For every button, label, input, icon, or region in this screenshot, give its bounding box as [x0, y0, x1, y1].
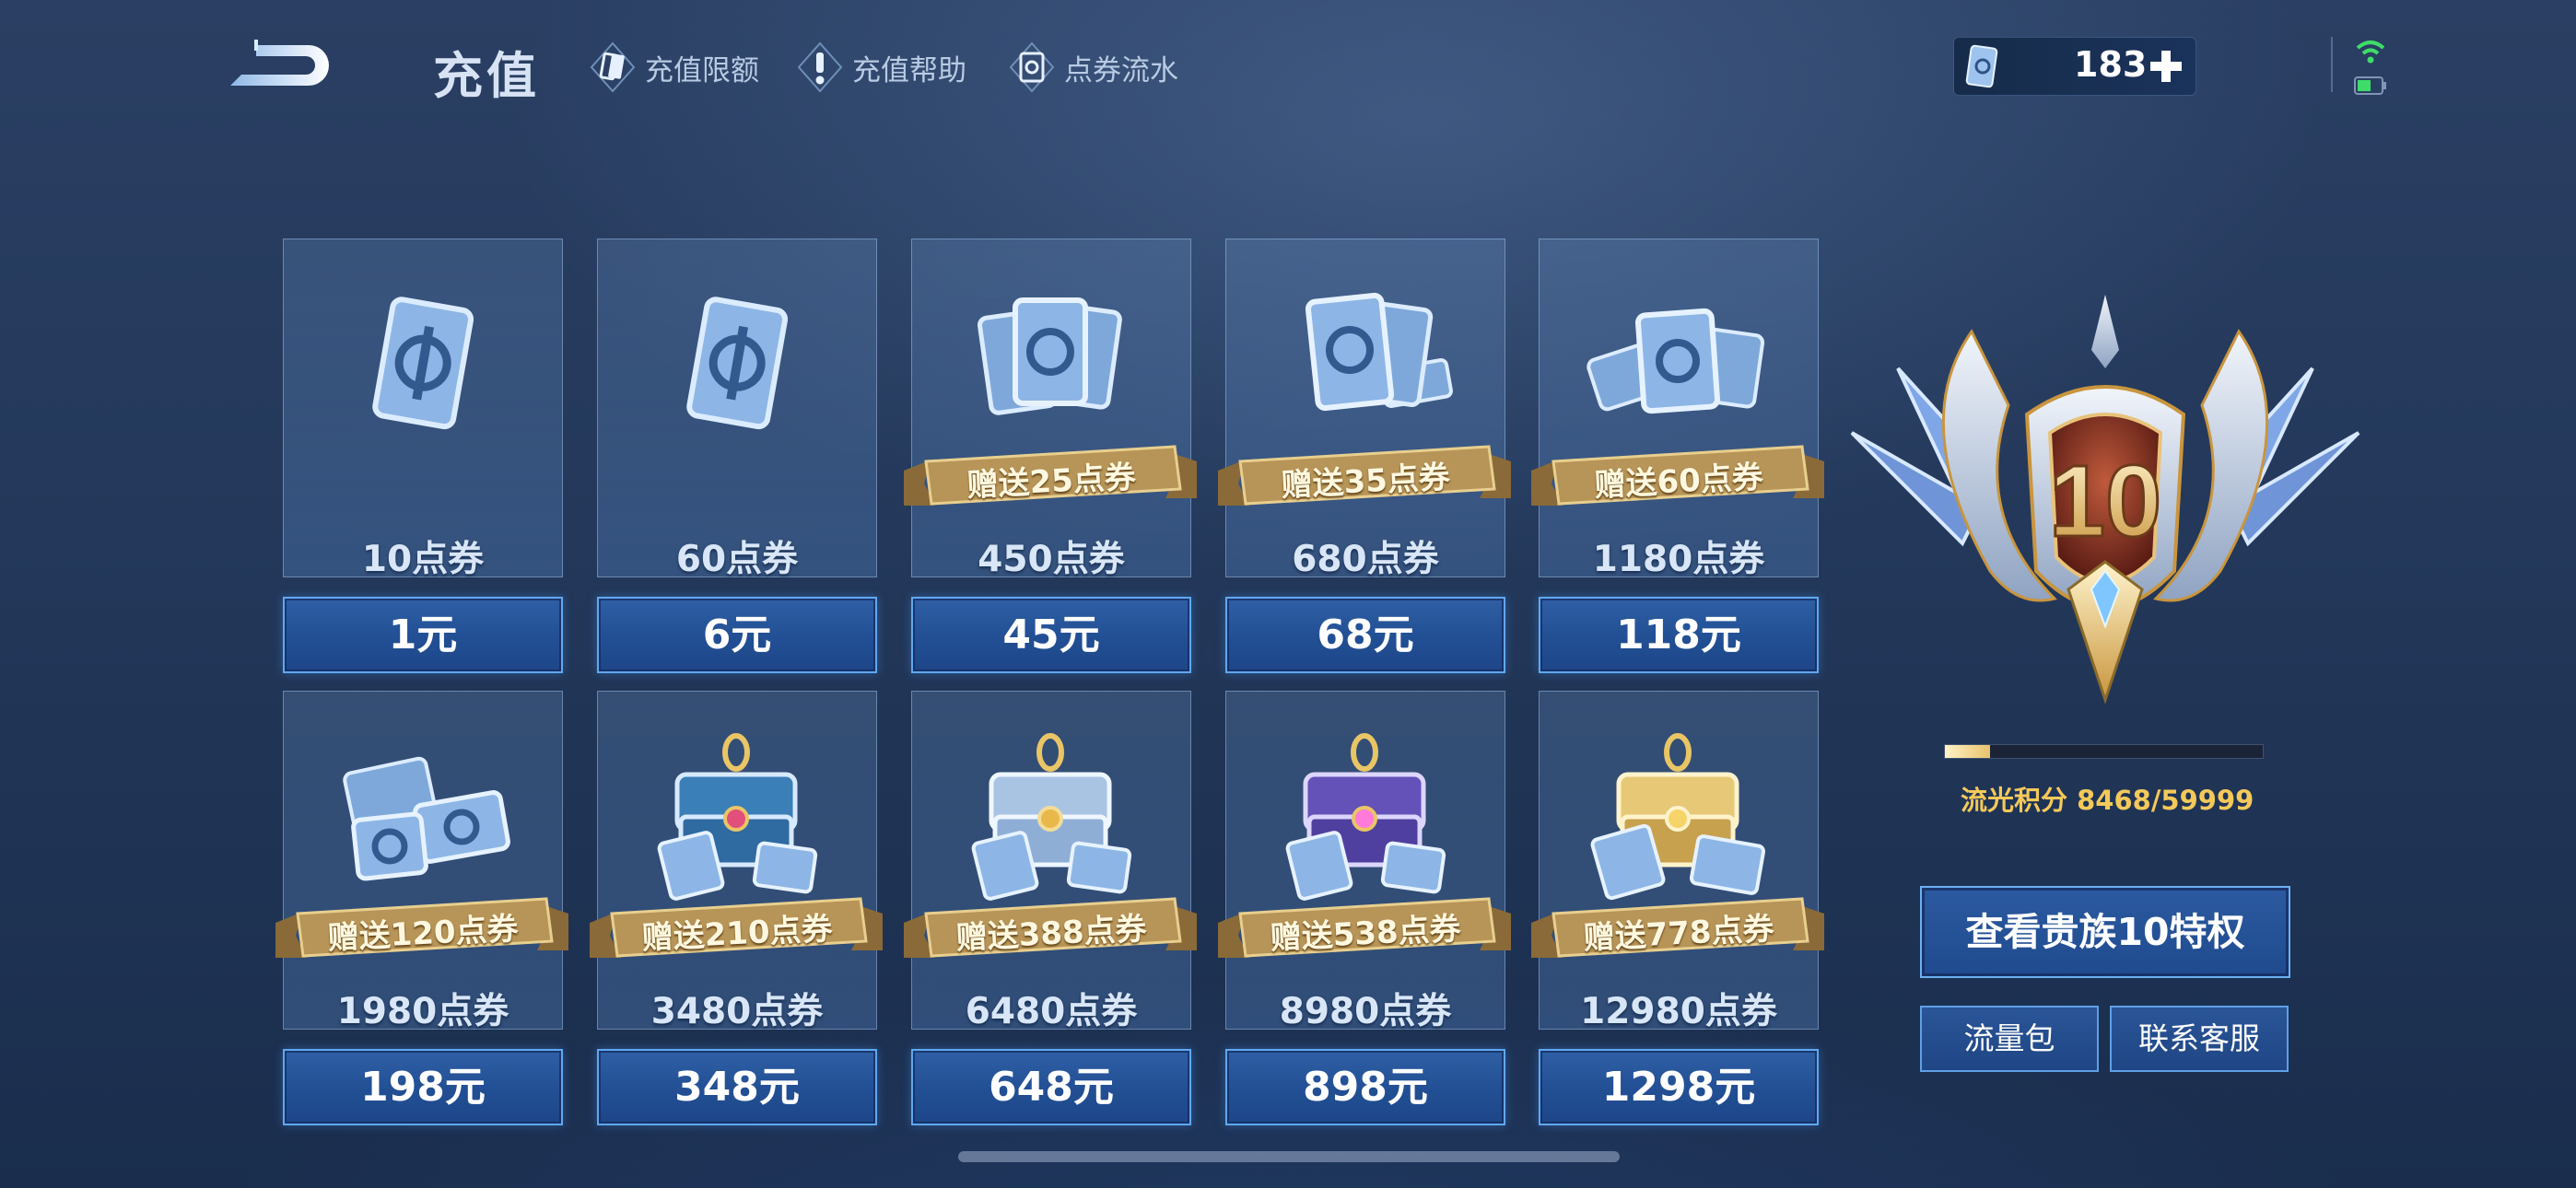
pack-art-panel: 10点券: [283, 239, 563, 580]
recharge-help-link[interactable]: 充值帮助: [797, 41, 966, 93]
voucher-balance: 183: [1953, 37, 2196, 96]
voucher-stack-icon: [978, 297, 1122, 415]
pack-art-panel: 6480点券: [911, 691, 1191, 1032]
data-pack-button[interactable]: 流量包: [1920, 1006, 2099, 1072]
price-button[interactable]: 648元: [911, 1049, 1191, 1125]
recharge-pack-2: 60点券 6元: [597, 239, 877, 681]
price-button[interactable]: 348元: [597, 1049, 877, 1125]
recharge-pack-4: 680点券 赠送35点券 68元: [1218, 239, 1511, 681]
pack-points: 6480点券: [965, 991, 1138, 1032]
recharge-limit-label: 充值限额: [645, 53, 759, 87]
recharge-pack-8: 6480点券 赠送388点券 648元: [904, 691, 1197, 1133]
noble-level-number: 10: [2049, 445, 2161, 558]
noble-level-crest: 10: [1850, 295, 2360, 705]
pack-art-panel: 60点券: [597, 239, 877, 580]
recharge-pack-1: 10点券 1元: [283, 239, 563, 681]
voucher-icon: [1965, 44, 1998, 88]
pack-points: 12980点券: [1580, 991, 1777, 1032]
back-arrow-icon: [230, 40, 329, 86]
price-button[interactable]: 45元: [911, 597, 1191, 673]
price-button[interactable]: 898元: [1225, 1049, 1505, 1125]
recharge-limit-link[interactable]: 充值限额: [590, 41, 759, 93]
purple-chest-icon: [1285, 733, 1446, 901]
single-voucher-icon: [372, 297, 474, 430]
contact-support-button[interactable]: 联系客服: [2110, 1006, 2289, 1072]
home-indicator[interactable]: [958, 1151, 1620, 1162]
pack-art-panel: 1180点券: [1539, 239, 1819, 580]
price-button[interactable]: 118元: [1539, 597, 1819, 673]
blue-chest-icon: [657, 733, 818, 901]
recharge-pack-7: 3480点券 赠送210点券 348元: [590, 691, 883, 1133]
wifi-icon: [2356, 41, 2385, 64]
noble-score-value: 8468/59999: [2077, 785, 2254, 816]
price-button[interactable]: 68元: [1225, 597, 1505, 673]
recharge-pack-6: 1980点券 赠送120点券 198元: [275, 691, 568, 1133]
noble-score: 流光积分 8468/59999: [1961, 779, 2254, 818]
pack-art-panel: 680点券: [1225, 239, 1505, 580]
gold-chest-icon: [1590, 733, 1766, 901]
silver-chest-icon: [971, 733, 1132, 901]
recharge-pack-3: 450点券 赠送25点券 45元: [904, 239, 1197, 681]
add-voucher-plus-icon[interactable]: [2140, 40, 2192, 91]
recharge-pack-9: 8980点券 赠送538点券 898元: [1218, 691, 1511, 1133]
pack-points: 1180点券: [1592, 539, 1765, 580]
card-icon: [590, 41, 636, 93]
recharge-pack-5: 1180点券 赠送60点券 118元: [1531, 239, 1824, 681]
pack-points: 10点券: [361, 539, 485, 580]
pack-art-panel: 1980点券: [283, 691, 563, 1032]
single-voucher-icon: [686, 297, 789, 430]
pack-points: 60点券: [675, 539, 799, 580]
voucher-stack-icon: [1305, 292, 1453, 412]
recharge-pack-10: 12980点券 赠送778点券 1298元: [1531, 691, 1824, 1133]
back-button[interactable]: [221, 32, 336, 97]
pack-points: 1980点券: [336, 991, 509, 1032]
pack-points: 680点券: [1292, 539, 1439, 580]
voucher-flow-icon: [1009, 41, 1055, 93]
voucher-flow-label: 点券流水: [1064, 53, 1178, 87]
pack-art-panel: 450点券: [911, 239, 1191, 580]
pack-art-panel: 3480点券: [597, 691, 877, 1032]
noble-progress-fill: [1945, 745, 1990, 758]
status-divider: [2331, 37, 2333, 92]
voucher-flow-link[interactable]: 点券流水: [1009, 41, 1178, 93]
battery-icon: [2354, 76, 2386, 95]
pack-art-panel: 12980点券: [1539, 691, 1819, 1032]
page-title: 充值: [433, 47, 540, 105]
exclamation-icon: [797, 41, 843, 93]
price-button[interactable]: 198元: [283, 1049, 563, 1125]
pack-points: 3480点券: [650, 991, 824, 1032]
view-privilege-button[interactable]: 查看贵族10特权: [1920, 886, 2290, 978]
voucher-balance-value: 183: [2074, 44, 2148, 85]
price-button[interactable]: 6元: [597, 597, 877, 673]
recharge-help-label: 充值帮助: [852, 53, 966, 87]
voucher-pile-icon: [1587, 308, 1765, 414]
noble-score-label: 流光积分: [1961, 785, 2068, 816]
price-button[interactable]: 1298元: [1539, 1049, 1819, 1125]
price-button[interactable]: 1元: [283, 597, 563, 673]
noble-progress-bar: [1944, 744, 2264, 759]
voucher-pile-icon: [343, 756, 510, 881]
pack-points: 8980点券: [1279, 991, 1452, 1032]
pack-art-panel: 8980点券: [1225, 691, 1505, 1032]
pack-points: 450点券: [978, 539, 1125, 580]
